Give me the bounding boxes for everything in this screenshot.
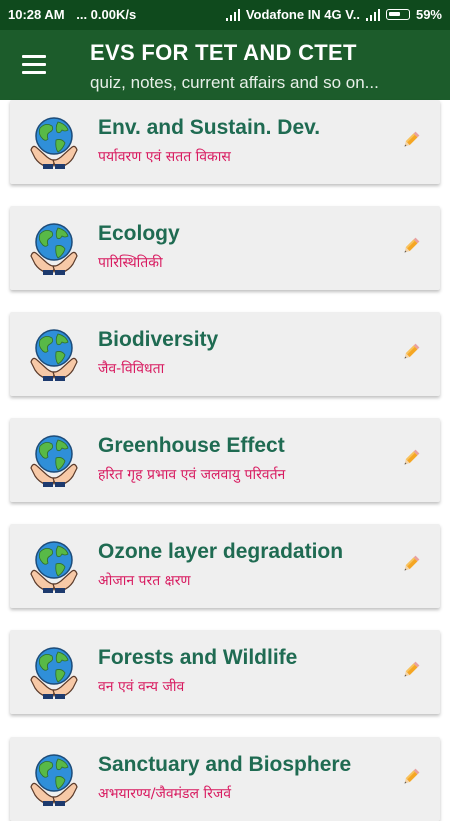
app-title: EVS FOR TET AND CTET	[90, 40, 357, 65]
edit-pencil-icon[interactable]	[400, 659, 422, 681]
topic-card[interactable]: Greenhouse Effect हरित गृह प्रभाव एवं जल…	[10, 418, 440, 502]
signal-icon-2	[365, 8, 380, 21]
hamburger-menu-icon[interactable]	[22, 55, 46, 75]
edit-pencil-icon[interactable]	[400, 341, 422, 363]
edit-pencil-icon[interactable]	[400, 129, 422, 151]
signal-icon	[225, 8, 240, 21]
status-right: Vodafone IN 4G V.. 59%	[225, 7, 442, 22]
edit-pencil-icon[interactable]	[400, 766, 422, 788]
status-left: 10:28 AM ... 0.00K/s	[8, 7, 136, 22]
topic-card[interactable]: Ozone layer degradation ओजान परत क्षरण	[10, 524, 440, 608]
app-bar: EVS FOR TET AND CTET quiz, notes, curren…	[0, 30, 450, 100]
status-carrier: Vodafone IN 4G V..	[245, 7, 360, 22]
topic-title: Biodiversity	[98, 328, 219, 351]
topic-subtitle: हरित गृह प्रभाव एवं जलवायु परिवर्तन	[98, 467, 286, 483]
status-bar: 10:28 AM ... 0.00K/s Vodafone IN 4G V.. …	[0, 0, 450, 30]
topic-subtitle: पारिस्थितिकी	[98, 255, 163, 271]
globe-in-hands-icon	[30, 647, 78, 699]
status-battery: 59%	[415, 7, 442, 22]
globe-in-hands-icon	[30, 117, 78, 169]
topic-subtitle: पर्यावरण एवं सतत विकास	[98, 149, 231, 165]
edit-pencil-icon[interactable]	[400, 553, 422, 575]
globe-in-hands-icon	[30, 435, 78, 487]
topic-title: Ozone layer degradation	[98, 540, 344, 563]
globe-in-hands-icon	[30, 329, 78, 381]
topic-card[interactable]: Biodiversity जैव-विविधता	[10, 312, 440, 396]
globe-in-hands-icon	[30, 541, 78, 593]
topic-title: Sanctuary and Biosphere	[98, 753, 352, 776]
battery-icon	[385, 9, 410, 20]
edit-pencil-icon[interactable]	[400, 447, 422, 469]
topic-title: Greenhouse Effect	[98, 434, 285, 457]
topic-subtitle: वन एवं वन्य जीव	[98, 679, 185, 695]
topic-card[interactable]: Env. and Sustain. Dev. पर्यावरण एवं सतत …	[10, 100, 440, 184]
globe-in-hands-icon	[30, 754, 78, 806]
status-time: 10:28 AM	[8, 7, 65, 22]
globe-in-hands-icon	[30, 223, 78, 275]
topic-title: Ecology	[98, 222, 180, 245]
topic-card[interactable]: Ecology पारिस्थितिकी	[10, 206, 440, 290]
app-subtitle: quiz, notes, current affairs and so on..…	[90, 73, 379, 92]
topic-subtitle: अभयारण्य/जैवमंडल रिजर्व	[98, 786, 231, 802]
topic-subtitle: ओजान परत क्षरण	[98, 573, 191, 589]
topic-title: Forests and Wildlife	[98, 646, 298, 669]
topic-title: Env. and Sustain. Dev.	[98, 116, 321, 139]
topic-card[interactable]: Forests and Wildlife वन एवं वन्य जीव	[10, 630, 440, 714]
topic-subtitle: जैव-विविधता	[98, 361, 165, 377]
status-speed: ... 0.00K/s	[76, 7, 137, 22]
topic-card[interactable]: Sanctuary and Biosphere अभयारण्य/जैवमंडल…	[10, 737, 440, 821]
edit-pencil-icon[interactable]	[400, 235, 422, 257]
